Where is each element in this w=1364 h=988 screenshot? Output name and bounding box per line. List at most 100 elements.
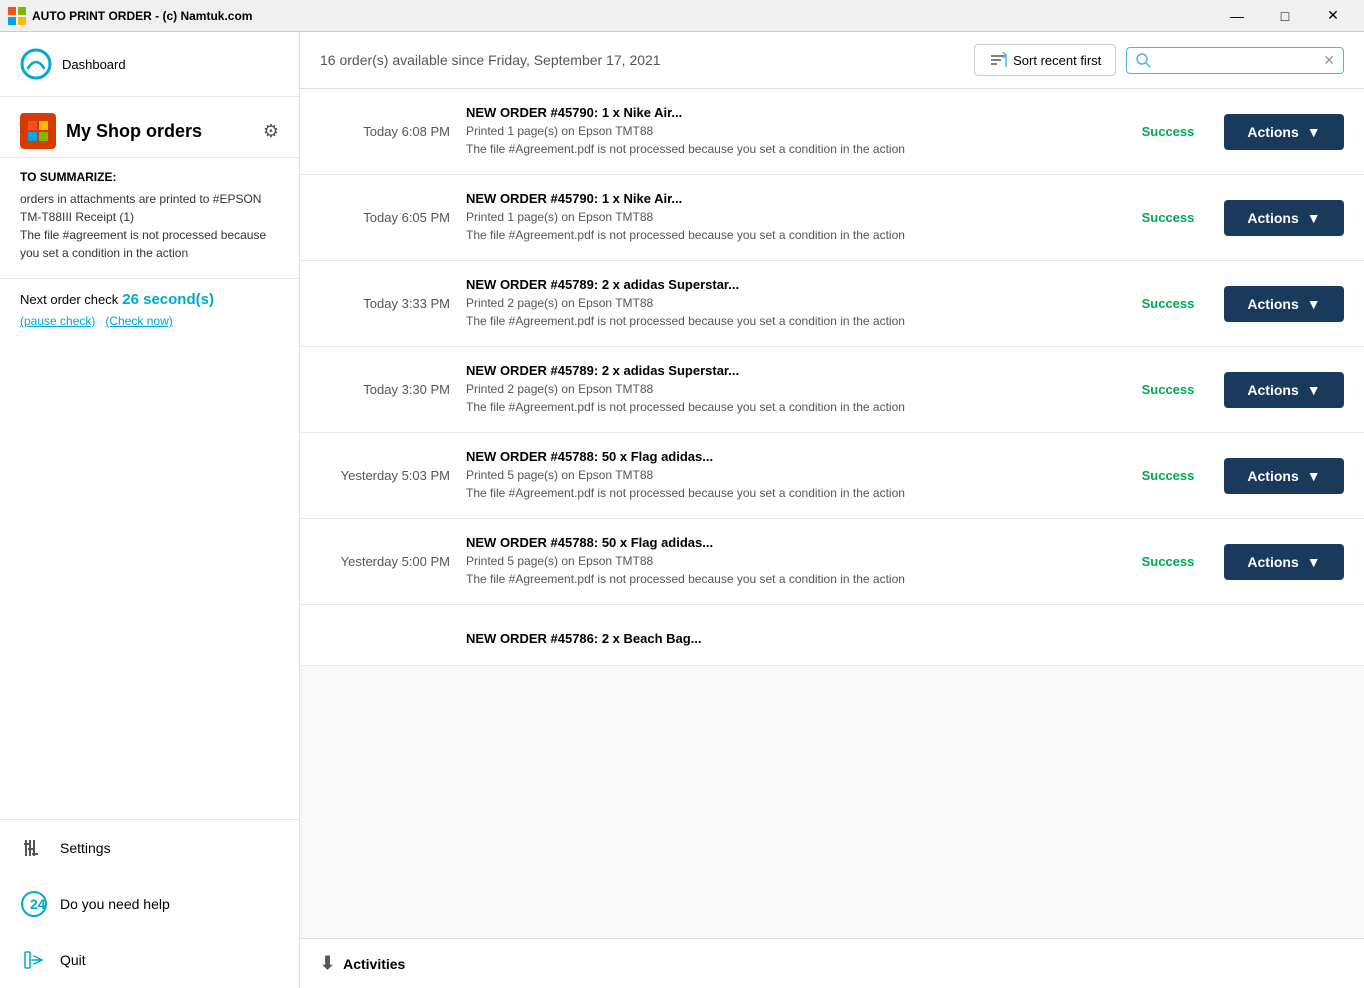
order-info: NEW ORDER #45788: 50 x Flag adidas... Pr… <box>466 449 1112 502</box>
actions-dropdown-icon: ▼ <box>1307 210 1321 226</box>
sidebar-dashboard[interactable]: Dashboard <box>0 32 299 97</box>
close-button[interactable]: ✕ <box>1310 0 1356 32</box>
order-row: Yesterday 5:03 PM NEW ORDER #45788: 50 x… <box>300 433 1364 519</box>
summary-label: TO SUMMARIZE: <box>20 170 279 184</box>
activities-bar[interactable]: ⬇ Activities <box>300 938 1364 988</box>
order-title: NEW ORDER #45790: 1 x Nike Air... <box>466 191 1112 206</box>
order-title: NEW ORDER #45786: 2 x Beach Bag... <box>466 631 1112 646</box>
order-desc: Printed 2 page(s) on Epson TMT88The file… <box>466 294 1112 330</box>
office-icon <box>20 113 56 149</box>
order-title: NEW ORDER #45790: 1 x Nike Air... <box>466 105 1112 120</box>
order-title: NEW ORDER #45789: 2 x adidas Superstar..… <box>466 363 1112 378</box>
search-input[interactable] <box>1157 53 1317 68</box>
dashboard-icon <box>20 48 52 80</box>
order-desc: Printed 5 page(s) on Epson TMT88The file… <box>466 552 1112 588</box>
title-bar: AUTO PRINT ORDER - (c) Namtuk.com — □ ✕ <box>0 0 1364 32</box>
order-info: NEW ORDER #45789: 2 x adidas Superstar..… <box>466 277 1112 330</box>
sidebar: Dashboard My Shop orders ⚙ TO SUMMARIZE: <box>0 32 300 988</box>
sort-icon <box>989 51 1007 69</box>
quit-icon <box>20 946 48 974</box>
shop-header: My Shop orders ⚙ <box>0 97 299 158</box>
actions-button[interactable]: Actions ▼ <box>1224 200 1344 236</box>
actions-button[interactable]: Actions ▼ <box>1224 286 1344 322</box>
sidebar-item-help[interactable]: 24 Do you need help <box>0 876 299 932</box>
order-row: Today 3:30 PM NEW ORDER #45789: 2 x adid… <box>300 347 1364 433</box>
order-time: Today 6:08 PM <box>320 124 450 139</box>
summary-text: orders in attachments are printed to #EP… <box>20 190 279 262</box>
dashboard-label: Dashboard <box>62 57 126 72</box>
actions-button[interactable]: Actions ▼ <box>1224 372 1344 408</box>
summary-box: TO SUMMARIZE: orders in attachments are … <box>0 158 299 279</box>
order-info: NEW ORDER #45788: 50 x Flag adidas... Pr… <box>466 535 1112 588</box>
order-row: Today 6:08 PM NEW ORDER #45790: 1 x Nike… <box>300 89 1364 175</box>
check-links: (pause check) (Check now) <box>20 314 279 328</box>
activities-chevron-icon: ⬇ <box>320 953 335 974</box>
order-row: Yesterday 5:00 PM NEW ORDER #45788: 50 x… <box>300 519 1364 605</box>
order-title: NEW ORDER #45788: 50 x Flag adidas... <box>466 449 1112 464</box>
order-time: Yesterday 5:00 PM <box>320 554 450 569</box>
order-time: Yesterday 5:03 PM <box>320 468 450 483</box>
order-desc: Printed 1 page(s) on Epson TMT88The file… <box>466 208 1112 244</box>
order-title: NEW ORDER #45788: 50 x Flag adidas... <box>466 535 1112 550</box>
check-now-button[interactable]: (Check now) <box>105 314 172 328</box>
order-row: Today 6:05 PM NEW ORDER #45790: 1 x Nike… <box>300 175 1364 261</box>
title-bar-left: AUTO PRINT ORDER - (c) Namtuk.com <box>8 7 252 25</box>
pause-check-button[interactable]: (pause check) <box>20 314 95 328</box>
app-body: Dashboard My Shop orders ⚙ TO SUMMARIZE: <box>0 32 1364 988</box>
settings-gear-button[interactable]: ⚙ <box>263 121 279 142</box>
office-logo-icon <box>26 119 50 143</box>
shop-header-left: My Shop orders <box>20 113 202 149</box>
summary-line-2: The file #agreement is not processed bec… <box>20 226 279 262</box>
quit-label: Quit <box>60 952 86 968</box>
sidebar-spacer <box>0 340 299 819</box>
next-check: Next order check 26 second(s) (pause che… <box>0 279 299 340</box>
sidebar-item-settings[interactable]: Settings <box>0 820 299 876</box>
toolbar-right: Sort recent first ✕ <box>974 44 1344 76</box>
order-status: Success <box>1128 468 1208 483</box>
order-info: NEW ORDER #45790: 1 x Nike Air... Printe… <box>466 191 1112 244</box>
orders-count: 16 order(s) available since Friday, Sept… <box>320 52 661 68</box>
order-status: Success <box>1128 382 1208 397</box>
actions-button[interactable]: Actions ▼ <box>1224 544 1344 580</box>
order-info: NEW ORDER #45790: 1 x Nike Air... Printe… <box>466 105 1112 158</box>
actions-button[interactable]: Actions ▼ <box>1224 114 1344 150</box>
actions-dropdown-icon: ▼ <box>1307 124 1321 140</box>
sort-label: Sort recent first <box>1013 53 1101 68</box>
activities-label: Activities <box>343 956 405 972</box>
order-title: NEW ORDER #45789: 2 x adidas Superstar..… <box>466 277 1112 292</box>
next-check-row: Next order check 26 second(s) <box>20 291 279 308</box>
help-icon: 24 <box>20 890 48 918</box>
search-box: ✕ <box>1126 47 1344 74</box>
order-desc: Printed 2 page(s) on Epson TMT88The file… <box>466 380 1112 416</box>
help-label: Do you need help <box>60 896 170 912</box>
sidebar-item-quit[interactable]: Quit <box>0 932 299 988</box>
actions-button[interactable]: Actions ▼ <box>1224 458 1344 494</box>
next-check-label: Next order check <box>20 292 118 307</box>
order-time: Today 3:30 PM <box>320 382 450 397</box>
orders-list: Today 6:08 PM NEW ORDER #45790: 1 x Nike… <box>300 89 1364 938</box>
actions-dropdown-icon: ▼ <box>1307 382 1321 398</box>
app-title: AUTO PRINT ORDER - (c) Namtuk.com <box>32 9 252 23</box>
order-desc: Printed 5 page(s) on Epson TMT88The file… <box>466 466 1112 502</box>
settings-label: Settings <box>60 840 111 856</box>
minimize-button[interactable]: — <box>1214 0 1260 32</box>
order-status: Success <box>1128 124 1208 139</box>
maximize-button[interactable]: □ <box>1262 0 1308 32</box>
sort-button[interactable]: Sort recent first <box>974 44 1116 76</box>
svg-text:24: 24 <box>30 896 46 912</box>
search-clear-button[interactable]: ✕ <box>1323 52 1335 69</box>
order-desc: Printed 1 page(s) on Epson TMT88The file… <box>466 122 1112 158</box>
search-icon <box>1135 52 1151 68</box>
actions-dropdown-icon: ▼ <box>1307 296 1321 312</box>
order-row: NEW ORDER #45786: 2 x Beach Bag... Actio… <box>300 605 1364 666</box>
shop-title: My Shop orders <box>66 121 202 142</box>
main-content: 16 order(s) available since Friday, Sept… <box>300 32 1364 988</box>
order-time: Today 3:33 PM <box>320 296 450 311</box>
order-info: NEW ORDER #45789: 2 x adidas Superstar..… <box>466 363 1112 416</box>
order-row: Today 3:33 PM NEW ORDER #45789: 2 x adid… <box>300 261 1364 347</box>
app-logo-icon <box>8 7 26 25</box>
actions-dropdown-icon: ▼ <box>1307 554 1321 570</box>
order-info: NEW ORDER #45786: 2 x Beach Bag... <box>466 631 1112 648</box>
settings-icon <box>20 834 48 862</box>
title-bar-controls: — □ ✕ <box>1214 0 1356 32</box>
